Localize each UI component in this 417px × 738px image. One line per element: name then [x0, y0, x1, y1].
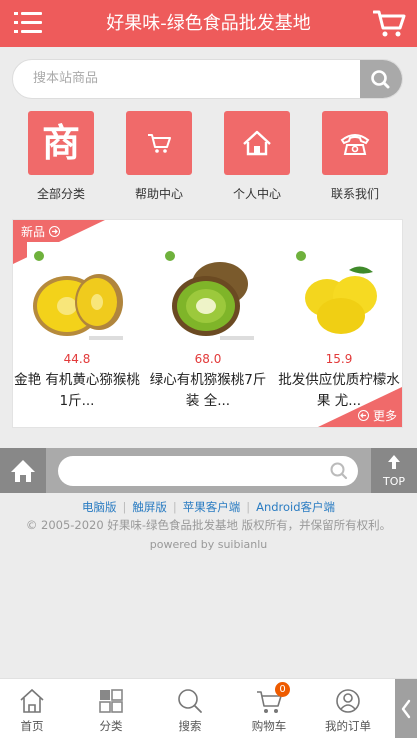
quick-link-personal[interactable]: 个人中心	[224, 111, 290, 202]
new-tag[interactable]: 新品	[21, 223, 60, 240]
quick-link-label: 帮助中心	[134, 187, 183, 201]
home-button[interactable]	[0, 448, 46, 493]
quick-link-label: 联系我们	[330, 187, 379, 201]
arrow-right-icon	[48, 226, 60, 237]
search-icon	[371, 70, 390, 89]
quick-link-label: 全部分类	[36, 187, 85, 201]
cart-count-badge: 0	[275, 682, 290, 697]
collapse-nav-button[interactable]	[395, 679, 417, 738]
category-icon	[72, 685, 150, 715]
quick-link-label: 个人中心	[232, 187, 281, 201]
powered-by: powered by suibianlu	[149, 538, 268, 551]
menu-icon[interactable]	[14, 12, 42, 34]
home-icon	[0, 685, 71, 715]
product-name[interactable]: 金艳 有机黄心猕猴桃1斤...	[13, 370, 141, 412]
link-pc[interactable]: 电脑版	[76, 500, 123, 514]
arrow-left-icon	[358, 410, 370, 421]
link-touch[interactable]: 触屏版	[126, 500, 173, 514]
search-icon	[151, 685, 229, 715]
cart-icon: 0	[230, 682, 308, 715]
user-icon	[309, 685, 387, 715]
nav-search[interactable]: 搜索	[151, 685, 229, 734]
product-image-golden-kiwi[interactable]	[27, 242, 127, 344]
product-price: 68.0	[194, 352, 222, 366]
new-tag-label: 新品	[21, 225, 46, 239]
back-to-top-button[interactable]: TOP	[371, 448, 417, 493]
phone-icon	[322, 111, 388, 175]
nav-label: 购物车	[251, 719, 287, 733]
page-title: 好果味-绿色食品批发基地	[106, 13, 311, 34]
home-icon	[11, 460, 35, 482]
link-ios[interactable]: 苹果客户端	[177, 500, 247, 514]
nav-cart[interactable]: 0 购物车	[230, 682, 308, 734]
home-icon	[224, 111, 290, 175]
nav-label: 我的订单	[325, 719, 371, 733]
nav-home[interactable]: 首页	[0, 685, 71, 734]
shop-icon: 商	[28, 111, 94, 175]
footer-toolbar: TOP	[0, 448, 417, 493]
cart-icon	[126, 111, 192, 175]
product-price: 15.9	[325, 352, 353, 366]
quick-link-help[interactable]: 帮助中心	[126, 111, 192, 202]
nav-label: 搜索	[178, 719, 202, 733]
product-name[interactable]: 绿心有机猕猴桃7斤装 全...	[144, 370, 272, 412]
link-android[interactable]: Android客户端	[250, 500, 341, 514]
footer-links: 电脑版 | 触屏版 | 苹果客户端 | Android客户端	[0, 499, 417, 515]
shop-icon-glyph: 商	[41, 121, 80, 165]
search-button[interactable]	[360, 60, 402, 98]
quick-link-contact[interactable]: 联系我们	[322, 111, 388, 202]
footer-search-input[interactable]	[58, 456, 358, 486]
more-label: 更多	[372, 409, 397, 423]
bottom-nav: 首页 分类 搜索 0 购物车 我的订单	[0, 678, 417, 738]
product-card[interactable]: 44.8 金艳 有机黄心猕猴桃1斤...	[13, 242, 141, 412]
search-bar[interactable]: 搜本站商品	[12, 59, 403, 99]
product-card[interactable]: 68.0 绿心有机猕猴桃7斤装 全...	[144, 242, 272, 412]
top-label: TOP	[382, 475, 405, 488]
product-price: 44.8	[63, 352, 91, 366]
more-link[interactable]: 更多	[358, 407, 397, 424]
nav-orders[interactable]: 我的订单	[309, 685, 387, 734]
copyright: © 2005-2020 好果味-绿色食品批发基地 版权所有，并保留所有权利。	[25, 518, 392, 532]
nav-label: 首页	[20, 719, 44, 733]
quick-link-all-categories[interactable]: 商 全部分类	[28, 111, 94, 202]
chevron-left-icon	[401, 699, 411, 719]
top-header: 好果味-绿色食品批发基地	[0, 0, 417, 47]
arrow-up-icon	[388, 455, 400, 469]
new-products-section: 新品 44.8 金艳 有机黄心猕猴桃1斤... 68.0 绿心有机猕猴桃7斤装 …	[12, 219, 403, 428]
product-image-lemon[interactable]	[289, 242, 389, 344]
nav-category[interactable]: 分类	[72, 685, 150, 734]
cart-icon[interactable]	[372, 9, 407, 39]
search-icon	[330, 462, 348, 480]
search-input[interactable]: 搜本站商品	[33, 60, 98, 98]
product-image-green-kiwi[interactable]	[158, 242, 258, 344]
nav-label: 分类	[99, 719, 123, 733]
